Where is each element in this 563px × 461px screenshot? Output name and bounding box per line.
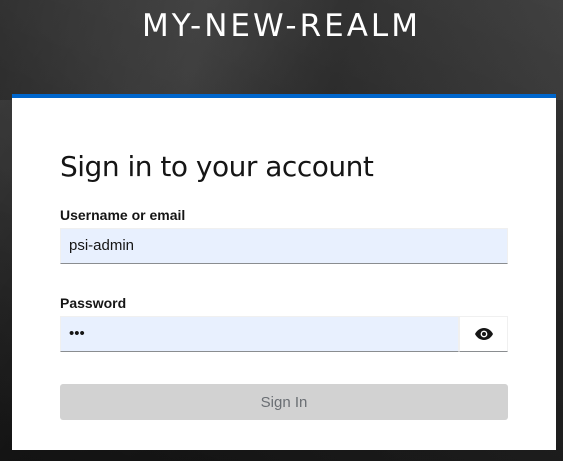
password-input[interactable]: ••• xyxy=(60,316,459,352)
eye-icon xyxy=(474,328,493,340)
page-title: Sign in to your account xyxy=(60,150,374,183)
username-label: Username or email xyxy=(60,207,186,223)
realm-title: MY-NEW-REALM xyxy=(142,8,421,44)
show-password-button[interactable] xyxy=(459,316,508,352)
password-label: Password xyxy=(60,295,127,311)
username-input[interactable]: psi-admin xyxy=(60,228,508,264)
login-card: Sign in to your account Username or emai… xyxy=(12,94,556,450)
sign-in-button[interactable]: Sign In xyxy=(60,384,508,420)
